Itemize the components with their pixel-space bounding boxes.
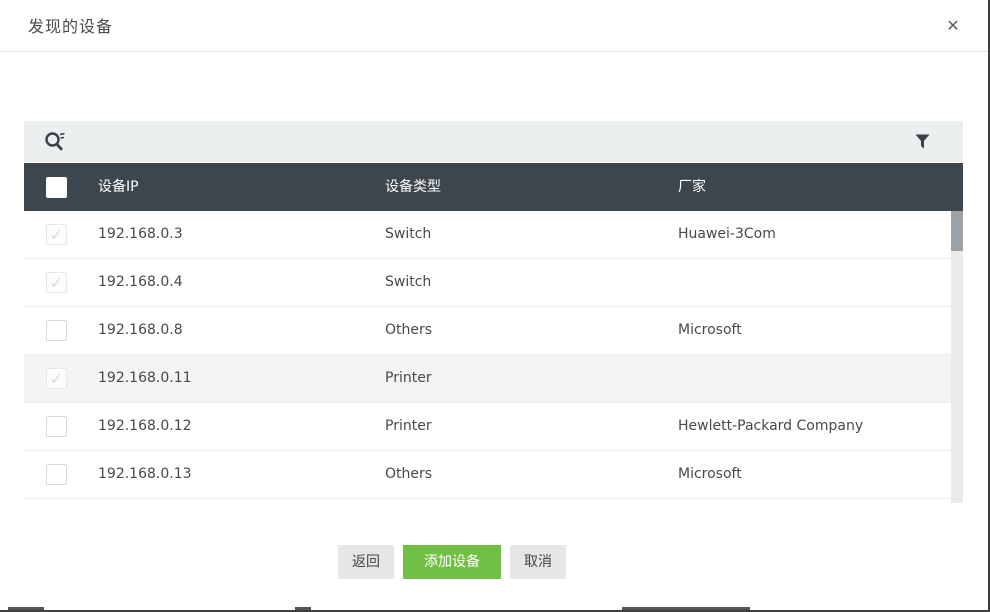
column-header-device-ip[interactable]: 设备IP bbox=[98, 163, 139, 211]
cell-vendor: Microsoft bbox=[678, 307, 742, 354]
table-row[interactable]: 192.168.0.11 Printer bbox=[24, 355, 963, 403]
table-scrollbar[interactable] bbox=[951, 211, 963, 503]
cell-device-type: Printer bbox=[385, 355, 432, 402]
cell-device-type: Printer bbox=[385, 403, 432, 450]
cancel-button[interactable]: 取消 bbox=[510, 545, 566, 579]
table-row[interactable]: 192.168.0.3 Switch Huawei-3Com bbox=[24, 211, 963, 259]
cell-device-type: Others bbox=[385, 307, 432, 354]
row-checkbox[interactable] bbox=[46, 224, 67, 245]
row-checkbox[interactable] bbox=[46, 368, 67, 389]
device-table-body: 192.168.0.3 Switch Huawei-3Com 192.168.0… bbox=[24, 211, 963, 499]
cell-vendor: Huawei-3Com bbox=[678, 211, 776, 258]
row-checkbox[interactable] bbox=[46, 416, 67, 437]
cell-vendor: Hewlett-Packard Company bbox=[678, 403, 863, 450]
select-all-checkbox[interactable] bbox=[46, 177, 67, 198]
cell-device-type: Others bbox=[385, 451, 432, 498]
cell-vendor: Microsoft bbox=[678, 451, 742, 498]
cell-device-ip: 192.168.0.3 bbox=[98, 211, 183, 258]
column-header-vendor[interactable]: 厂家 bbox=[678, 163, 706, 211]
filter-icon[interactable] bbox=[915, 134, 930, 149]
add-device-button[interactable]: 添加设备 bbox=[403, 545, 501, 579]
table-header: 设备IP 设备类型 厂家 bbox=[24, 163, 963, 211]
back-button[interactable]: 返回 bbox=[338, 545, 394, 579]
table-row[interactable]: 192.168.0.4 Switch bbox=[24, 259, 963, 307]
row-checkbox[interactable] bbox=[46, 272, 67, 293]
cell-device-type: Switch bbox=[385, 259, 431, 306]
column-header-device-type[interactable]: 设备类型 bbox=[385, 163, 441, 211]
search-input[interactable] bbox=[24, 121, 963, 162]
cell-device-ip: 192.168.0.8 bbox=[98, 307, 183, 354]
cell-device-ip: 192.168.0.11 bbox=[98, 355, 192, 402]
close-icon[interactable]: ✕ bbox=[943, 16, 963, 36]
dialog-footer: 返回 添加设备 取消 bbox=[338, 545, 566, 579]
search-icon[interactable] bbox=[43, 130, 66, 153]
dialog-title-bar: 发现的设备 ✕ bbox=[0, 0, 990, 52]
row-checkbox[interactable] bbox=[46, 320, 67, 341]
cell-device-ip: 192.168.0.4 bbox=[98, 259, 183, 306]
table-row[interactable]: 192.168.0.13 Others Microsoft bbox=[24, 451, 963, 499]
dialog-title: 发现的设备 bbox=[28, 0, 113, 53]
cell-device-ip: 192.168.0.12 bbox=[98, 403, 192, 450]
discovered-devices-dialog: { "dialog": { "title": "发现的设备", "close_g… bbox=[0, 0, 990, 612]
row-checkbox[interactable] bbox=[46, 464, 67, 485]
table-row[interactable]: 192.168.0.8 Others Microsoft bbox=[24, 307, 963, 355]
cell-device-ip: 192.168.0.13 bbox=[98, 451, 192, 498]
cell-device-type: Switch bbox=[385, 211, 431, 258]
scrollbar-thumb[interactable] bbox=[951, 211, 963, 251]
table-row[interactable]: 192.168.0.12 Printer Hewlett-Packard Com… bbox=[24, 403, 963, 451]
